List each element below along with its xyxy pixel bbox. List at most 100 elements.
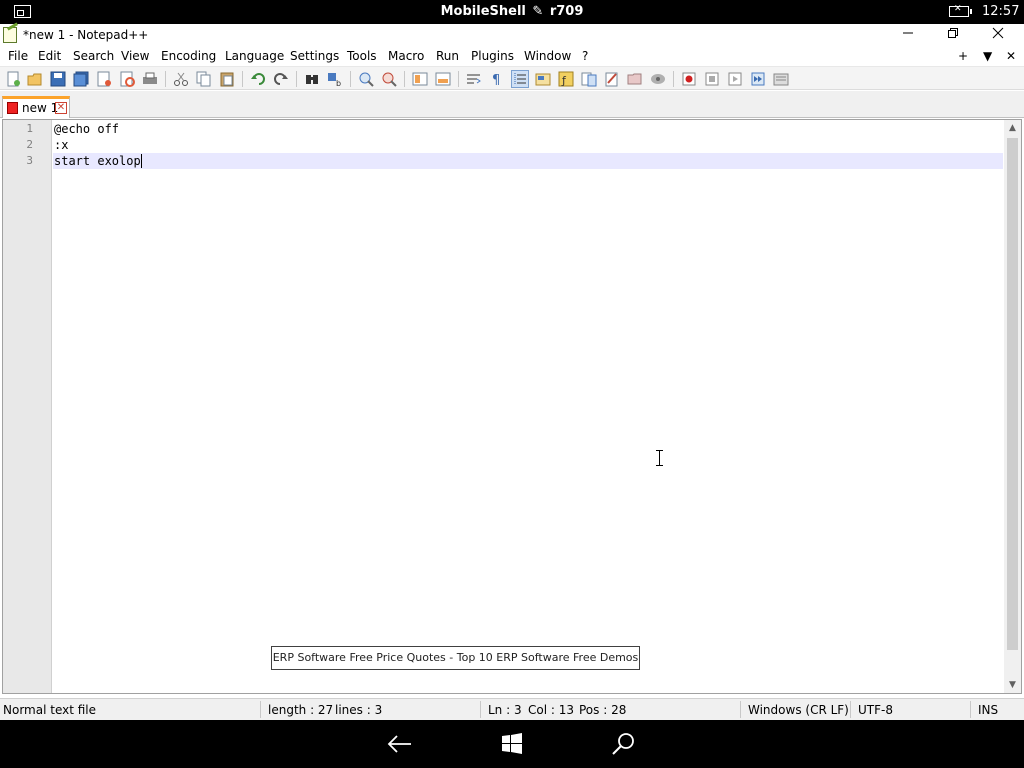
- redo-icon[interactable]: [273, 71, 289, 87]
- show-all-chars-icon[interactable]: ¶: [489, 71, 505, 87]
- status-separator: [260, 701, 261, 718]
- vertical-scrollbar[interactable]: ▲ ▼: [1004, 120, 1021, 693]
- zoom-in-icon[interactable]: [358, 71, 374, 87]
- toolbar-separator: [165, 71, 166, 87]
- find-icon[interactable]: [304, 71, 320, 87]
- sync-horizontal-icon[interactable]: [435, 71, 451, 87]
- word-wrap-icon[interactable]: [466, 71, 482, 87]
- editor-area[interactable]: 1 2 3 @echo off :x start exolop ▲ ▼: [2, 119, 1022, 694]
- current-code-line[interactable]: start exolop: [53, 153, 1003, 169]
- eye-monitor-icon[interactable]: [650, 71, 666, 87]
- shell-title-version: r709: [549, 4, 584, 19]
- line-number-gutter: 1 2 3: [3, 120, 52, 693]
- back-arrow-icon[interactable]: [385, 730, 415, 758]
- playback-macro-icon[interactable]: [727, 71, 743, 87]
- save-all-icon[interactable]: [73, 71, 89, 87]
- status-position: Pos : 28: [579, 703, 627, 717]
- scroll-up-arrow-icon[interactable]: ▲: [1004, 120, 1021, 136]
- menu-search[interactable]: Search: [73, 49, 114, 63]
- tab-list-dropdown-button[interactable]: ▼: [983, 49, 992, 63]
- restore-icon: [948, 28, 958, 38]
- status-length: length : 27: [268, 703, 334, 717]
- text-caret: [140, 154, 142, 168]
- menu-macro[interactable]: Macro: [388, 49, 424, 63]
- code-line-text: start exolop: [54, 154, 141, 168]
- ad-banner[interactable]: ERP Software Free Price Quotes - Top 10 …: [271, 646, 640, 670]
- menu-bar: File Edit Search View Encoding Language …: [0, 46, 1024, 66]
- sync-vertical-icon[interactable]: [412, 71, 428, 87]
- menu-view[interactable]: View: [121, 49, 149, 63]
- search-icon[interactable]: [609, 730, 639, 758]
- clock: 12:57: [982, 4, 1020, 19]
- status-eol-format[interactable]: Windows (CR LF): [748, 703, 849, 717]
- status-encoding[interactable]: UTF-8: [858, 703, 893, 717]
- record-macro-icon[interactable]: [681, 71, 697, 87]
- close-document-button[interactable]: ✕: [1006, 49, 1016, 63]
- toolbar-separator: [673, 71, 674, 87]
- line-number: 1: [26, 122, 33, 135]
- status-file-type: Normal text file: [3, 703, 97, 717]
- replace-icon[interactable]: b: [327, 71, 343, 87]
- tab-new-1[interactable]: new 1 ✕: [2, 96, 70, 118]
- print-icon[interactable]: [142, 71, 158, 87]
- scrollbar-thumb[interactable]: [1007, 138, 1018, 650]
- new-file-icon[interactable]: [5, 71, 21, 87]
- code-line[interactable]: @echo off: [53, 121, 1003, 137]
- zoom-out-icon[interactable]: [381, 71, 397, 87]
- window-title: *new 1 - Notepad++: [23, 28, 149, 42]
- user-define-language-icon[interactable]: [535, 71, 551, 87]
- stop-recording-icon[interactable]: [704, 71, 720, 87]
- toolbar-separator: [296, 71, 297, 87]
- copy-icon[interactable]: [196, 71, 212, 87]
- scroll-down-arrow-icon[interactable]: ▼: [1004, 677, 1021, 693]
- function-list-icon[interactable]: ƒ: [558, 71, 574, 87]
- line-number: 3: [26, 154, 33, 167]
- code-line-text: :x: [54, 138, 69, 152]
- save-macro-icon[interactable]: [773, 71, 789, 87]
- document-map-icon[interactable]: [581, 71, 597, 87]
- run-macro-multiple-icon[interactable]: [750, 71, 766, 87]
- menu-plugins[interactable]: Plugins: [471, 49, 514, 63]
- toolbar-separator: [350, 71, 351, 87]
- menu-tools[interactable]: Tools: [347, 49, 377, 63]
- paste-icon[interactable]: [219, 71, 235, 87]
- window-title-bar: *new 1 - Notepad++: [0, 24, 1024, 46]
- status-insert-mode[interactable]: INS: [978, 703, 998, 717]
- new-tab-plus-button[interactable]: +: [958, 49, 968, 63]
- code-line-text: @echo off: [54, 122, 120, 136]
- monitoring-icon[interactable]: [627, 71, 643, 87]
- minimize-button[interactable]: [886, 24, 930, 46]
- menu-run[interactable]: Run: [436, 49, 459, 63]
- tab-close-icon[interactable]: ✕: [55, 102, 67, 114]
- battery-icon: [949, 4, 972, 17]
- folder-as-workspace-icon[interactable]: [604, 71, 620, 87]
- status-separator: [480, 701, 481, 718]
- menu-help[interactable]: ?: [582, 49, 588, 63]
- close-all-icon[interactable]: [119, 71, 135, 87]
- shell-title: MobileShell ✎ r709: [0, 4, 1024, 19]
- status-bar: Normal text file length : 27 lines : 3 L…: [0, 698, 1024, 720]
- svg-text:b: b: [336, 79, 341, 87]
- mouse-ibeam-cursor-icon: [656, 450, 664, 466]
- menu-encoding[interactable]: Encoding: [161, 49, 216, 63]
- status-lines: lines : 3: [335, 703, 383, 717]
- menu-file[interactable]: File: [8, 49, 28, 63]
- menu-window[interactable]: Window: [524, 49, 571, 63]
- windows-start-icon[interactable]: [497, 730, 527, 758]
- menu-settings[interactable]: Settings: [290, 49, 339, 63]
- cut-icon[interactable]: [173, 71, 189, 87]
- menu-edit[interactable]: Edit: [38, 49, 61, 63]
- undo-icon[interactable]: [250, 71, 266, 87]
- restore-button[interactable]: [931, 24, 975, 46]
- indent-guide-icon[interactable]: [511, 70, 529, 88]
- status-line: Ln : 3: [488, 703, 522, 717]
- toolbar-separator: [404, 71, 405, 87]
- pencil-icon: ✎: [532, 4, 544, 19]
- menu-language[interactable]: Language: [225, 49, 284, 63]
- code-line[interactable]: :x: [53, 137, 1003, 153]
- save-icon[interactable]: [50, 71, 66, 87]
- open-file-icon[interactable]: [27, 71, 43, 87]
- status-column: Col : 13: [528, 703, 574, 717]
- close-icon[interactable]: [96, 71, 112, 87]
- close-window-button[interactable]: [976, 24, 1020, 46]
